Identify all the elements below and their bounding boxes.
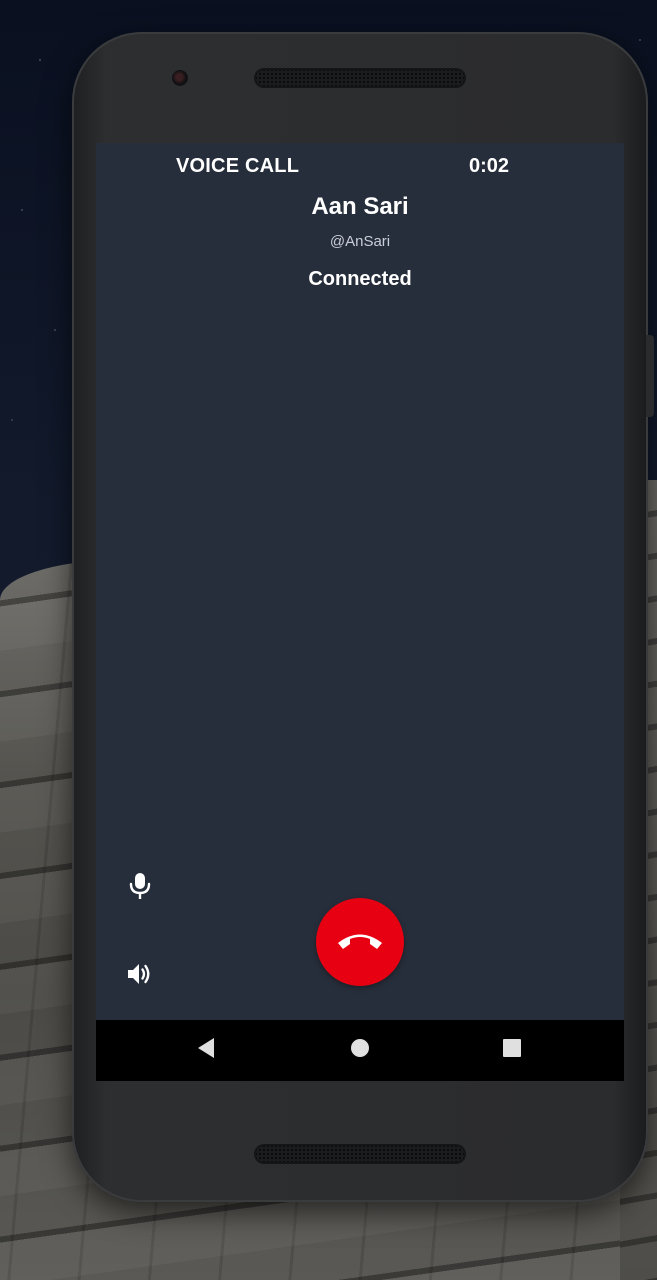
earpiece-speaker-grille: [254, 68, 466, 88]
caller-handle: @AnSari: [329, 233, 391, 250]
call-screen: VOICE CALL 0:02 Aan Sari @AnSari Connect…: [96, 143, 624, 1081]
back-triangle-icon: [196, 1037, 216, 1064]
microphone-icon: [128, 872, 152, 905]
caller-name: Aan Sari: [311, 193, 409, 220]
front-camera: [172, 70, 188, 86]
android-navigation-bar: [96, 1020, 624, 1081]
recents-square-icon: [502, 1038, 522, 1063]
speaker-volume-icon: [126, 961, 154, 992]
call-type-label: VOICE CALL: [176, 155, 300, 177]
home-circle-icon: [350, 1038, 370, 1063]
speakerphone-button[interactable]: [124, 960, 156, 992]
nav-home-button[interactable]: [330, 1020, 390, 1081]
mute-microphone-button[interactable]: [124, 872, 156, 904]
call-timer: 0:02: [468, 155, 509, 177]
end-call-button[interactable]: [316, 898, 404, 986]
phone-hangup-icon: [335, 928, 385, 957]
bottom-speaker-grille: [254, 1144, 466, 1164]
nav-back-button[interactable]: [176, 1020, 236, 1081]
call-status: Connected: [308, 268, 412, 290]
nav-recents-button[interactable]: [482, 1020, 542, 1081]
phone-side-button: [646, 335, 654, 417]
